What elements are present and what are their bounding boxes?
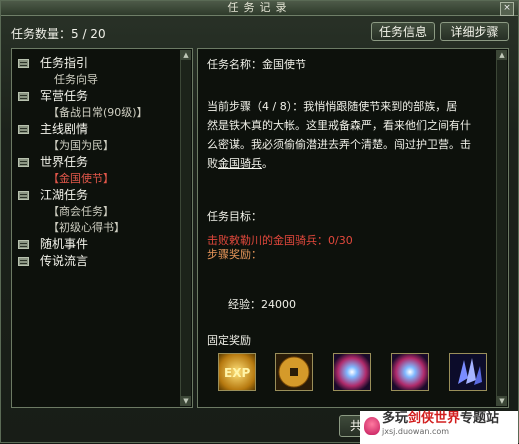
close-icon[interactable]: × — [500, 2, 514, 16]
category-label: 江湖任务 — [40, 188, 89, 202]
site-logo-icon — [364, 417, 380, 435]
category-label: 世界任务 — [40, 155, 89, 169]
exp-scroll-icon[interactable]: EXP — [218, 353, 256, 391]
watermark-suffix: 专题站 — [460, 411, 500, 426]
task-category[interactable]: 任务指引 — [18, 55, 148, 72]
task-item[interactable]: 【为国为民】 — [18, 138, 148, 154]
detail-steps-button[interactable]: 详细步骤 — [440, 22, 509, 41]
task-category[interactable]: 军营任务 — [18, 88, 148, 105]
category-label: 军营任务 — [40, 89, 89, 103]
collapse-toggle-icon[interactable] — [18, 240, 29, 249]
fixed-reward-label: 固定奖励 — [207, 334, 251, 347]
task-category[interactable]: 主线剧情 — [18, 121, 148, 138]
scroll-down-icon[interactable]: ▼ — [497, 396, 507, 406]
step-line: 败金国骑兵。 — [207, 154, 492, 173]
task-item[interactable]: 【金国使节】 — [18, 171, 148, 187]
starburst-icon[interactable] — [333, 353, 371, 391]
crystal-icon[interactable] — [449, 353, 487, 391]
category-label: 传说流言 — [40, 254, 89, 268]
task-item[interactable]: 【备战日常(90级)】 — [18, 105, 148, 121]
exp-reward: 经验：24000 — [228, 298, 296, 311]
task-info-button[interactable]: 任务信息 — [371, 22, 435, 41]
target-link[interactable]: 金国骑兵 — [218, 157, 262, 170]
task-record-window: 任务记录 × 任务数量：5 / 20 任务信息 详细步骤 任务指引任务向导 军营任… — [0, 0, 519, 444]
scroll-up-icon[interactable]: ▲ — [497, 50, 507, 60]
goal-label: 任务目标： — [207, 210, 262, 223]
watermark-url: jxsj.duowan.com — [382, 427, 450, 436]
step-line: 么密谋。我必须偷偷潜进去弄个清楚。闯过护卫营。击 — [207, 138, 471, 151]
task-category[interactable]: 世界任务 — [18, 154, 148, 171]
step-prefix: 败 — [207, 157, 218, 170]
svg-text:EXP: EXP — [224, 366, 250, 380]
starburst-icon[interactable] — [391, 353, 429, 391]
scroll-up-icon[interactable]: ▲ — [181, 50, 191, 60]
task-category[interactable]: 传说流言 — [18, 253, 148, 270]
coin-icon[interactable] — [275, 353, 313, 391]
task-item[interactable]: 【商会任务】 — [18, 204, 148, 220]
window-title: 任务记录 — [1, 1, 518, 16]
task-name: 任务名称：金国使节 — [207, 58, 306, 71]
tree-scrollbar[interactable]: ▲ ▼ — [180, 50, 191, 406]
scroll-down-icon[interactable]: ▼ — [181, 396, 191, 406]
step-line: 然是铁木真的大帐。这里戒备森严，看来他们之间有什 — [207, 119, 471, 132]
task-item[interactable]: 任务向导 — [18, 72, 148, 88]
watermark-prefix: 多玩 — [382, 411, 409, 426]
category-label: 随机事件 — [40, 237, 89, 251]
task-count: 任务数量：5 / 20 — [11, 27, 106, 41]
watermark-brand: 剑侠世界 — [408, 411, 461, 426]
reward-label: 步骤奖励： — [207, 248, 262, 261]
category-label: 主线剧情 — [40, 122, 89, 136]
category-label: 任务指引 — [40, 56, 89, 70]
collapse-toggle-icon[interactable] — [18, 59, 29, 68]
detail-scrollbar[interactable]: ▲ ▼ — [496, 50, 507, 406]
collapse-toggle-icon[interactable] — [18, 92, 29, 101]
site-watermark: 多玩剑侠世界专题站 jxsj.duowan.com — [360, 411, 518, 444]
collapse-toggle-icon[interactable] — [18, 257, 29, 266]
collapse-toggle-icon[interactable] — [18, 191, 29, 200]
step-line: 当前步骤（4 / 8）：我悄悄跟随使节来到的部族，居 — [207, 100, 458, 113]
task-item[interactable]: 【初级心得书】 — [18, 220, 148, 236]
step-description: 当前步骤（4 / 8）：我悄悄跟随使节来到的部族，居 然是铁木真的大帐。这里戒备… — [207, 97, 492, 173]
collapse-toggle-icon[interactable] — [18, 158, 29, 167]
step-suffix: 。 — [262, 157, 273, 170]
collapse-toggle-icon[interactable] — [18, 125, 29, 134]
task-detail-panel: 任务名称：金国使节 当前步骤（4 / 8）：我悄悄跟随使节来到的部族，居 然是铁… — [197, 48, 509, 408]
task-tree-panel: 任务指引任务向导 军营任务【备战日常(90级)】 主线剧情【为国为民】 世界任务【金国… — [11, 48, 193, 408]
task-category[interactable]: 江湖任务 — [18, 187, 148, 204]
task-tree: 任务指引任务向导 军营任务【备战日常(90级)】 主线剧情【为国为民】 世界任务【金国… — [18, 55, 148, 270]
task-category[interactable]: 随机事件 — [18, 236, 148, 253]
